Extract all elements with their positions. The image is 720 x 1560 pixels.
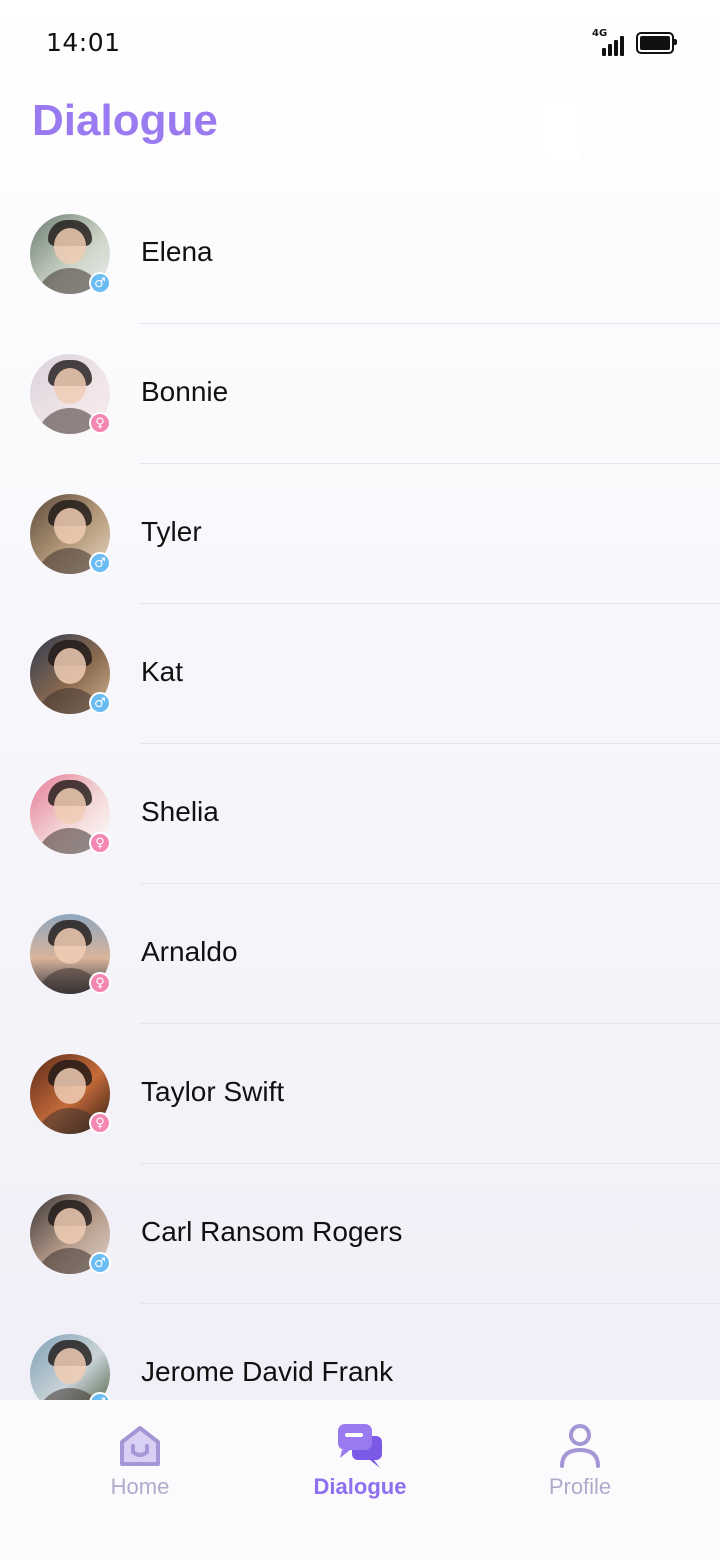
header-action-button[interactable] [542, 100, 582, 160]
status-bar: 14:01 4G [0, 0, 720, 88]
contact-name: Taylor Swift [141, 1076, 285, 1107]
battery-icon [636, 32, 677, 54]
avatar[interactable] [30, 1334, 110, 1400]
contact-item[interactable]: ♀ Shelia [0, 744, 720, 884]
female-symbol-icon: ♀ [89, 1112, 111, 1134]
home-icon [120, 1426, 160, 1466]
status-icons: 4G [592, 28, 677, 56]
contact-name: Arnaldo [141, 936, 238, 967]
female-symbol-icon: ♀ [89, 832, 111, 854]
contact-name: Bonnie [141, 376, 229, 407]
female-symbol-icon: ♀ [89, 412, 111, 434]
contact-name: Carl Ransom Rogers [141, 1216, 403, 1247]
contact-item[interactable]: ♂ Tyler [0, 464, 720, 604]
female-symbol-icon: ♀ [89, 972, 111, 994]
contact-item[interactable]: ♂ Carl Ransom Rogers [0, 1164, 720, 1304]
bottom-tab-bar: Home Dialogue Profile [0, 1400, 720, 1560]
chat-bubbles-icon [338, 1424, 382, 1468]
tab-dialogue-label: Dialogue [313, 1474, 407, 1499]
contact-item[interactable]: ♀ Bonnie [0, 324, 720, 464]
contact-item[interactable]: ♀ Arnaldo [0, 884, 720, 1024]
contact-item[interactable]: ♂ Elena [0, 184, 720, 324]
contact-name: Shelia [141, 796, 219, 827]
contact-name: Kat [141, 656, 184, 687]
contact-list[interactable]: ♂ Elena ♀ Bonnie ♂ Tyler ♂ Kat ♀ Shelia ♀ Arnaldo ♀ T… [0, 184, 720, 1400]
contact-name: Jerome David Frank [141, 1356, 394, 1387]
contact-item[interactable]: ♂ Kat [0, 604, 720, 744]
tab-home-label: Home [110, 1474, 170, 1499]
male-symbol-icon: ♂ [89, 692, 111, 714]
contact-item[interactable]: ♂Jerome David Frank [0, 1304, 720, 1400]
contact-name: Tyler [141, 516, 202, 547]
tab-home[interactable]: Home [40, 1420, 240, 1500]
status-time: 14:01 [46, 28, 121, 57]
tab-profile-label: Profile [548, 1474, 612, 1499]
person-icon [560, 1424, 600, 1468]
page-title: Dialogue [32, 96, 218, 145]
tab-profile[interactable]: Profile [480, 1420, 680, 1500]
tab-dialogue[interactable]: Dialogue [260, 1420, 460, 1500]
cellular-signal-icon: 4G [592, 28, 624, 56]
male-symbol-icon: ♂ [89, 552, 111, 574]
contact-name: Elena [141, 236, 213, 267]
male-symbol-icon: ♂ [89, 272, 111, 294]
contact-item[interactable]: ♀ Taylor Swift [0, 1024, 720, 1164]
male-symbol-icon: ♂ [89, 1252, 111, 1274]
